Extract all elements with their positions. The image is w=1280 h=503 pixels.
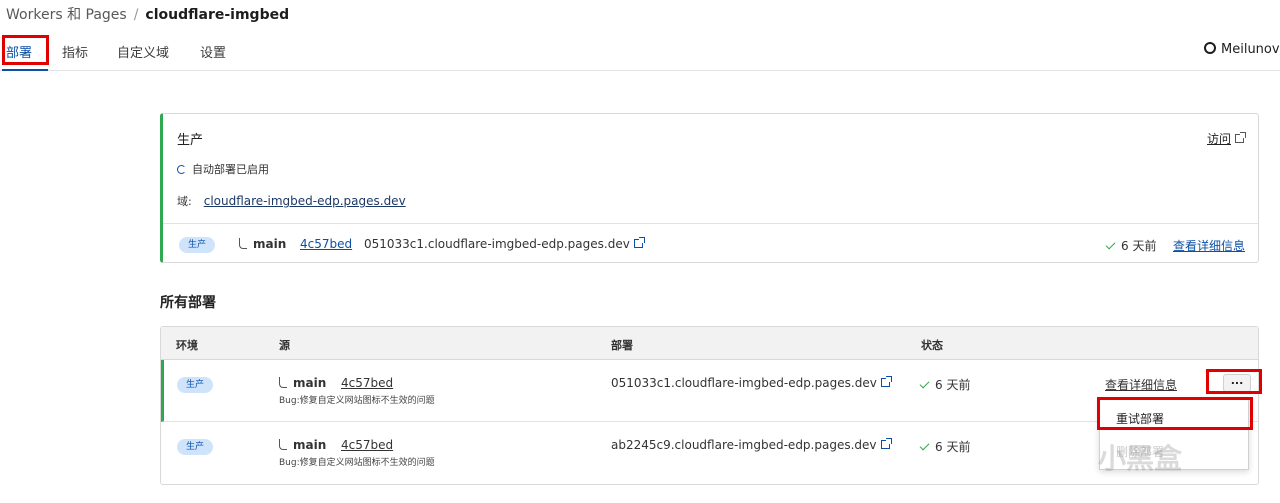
commit-link[interactable]: 4c57bed: [341, 376, 393, 390]
account-link[interactable]: Meilunova: [1204, 42, 1280, 57]
source-branch: main: [279, 438, 326, 452]
breadcrumb-separator: /: [133, 7, 139, 23]
refresh-icon: [177, 165, 186, 174]
branch-icon: [279, 377, 287, 388]
env-badge: 生产: [177, 439, 214, 455]
domain-row: 域: cloudflare-imgbed-edp.pages.dev: [177, 193, 406, 209]
account-name: Meilunova: [1221, 42, 1280, 57]
breadcrumb: Workers 和 Pages / cloudflare-imgbed: [6, 4, 289, 24]
deployment-url: 051033c1.cloudflare-imgbed-edp.pages.dev: [611, 376, 877, 390]
commit-message: Bug:修复自定义网站图标不生效的问题: [279, 396, 435, 406]
deployment-url-link[interactable]: 051033c1.cloudflare-imgbed-edp.pages.dev: [364, 237, 645, 251]
external-link-icon: [880, 438, 892, 449]
commit-link[interactable]: 4c57bed: [300, 237, 352, 251]
highlight-box-retry: [1097, 397, 1253, 430]
auto-deploy-label: 自动部署已启用: [192, 163, 269, 176]
source-branch: main: [239, 237, 286, 251]
deployment-url: ab2245c9.cloudflare-imgbed-edp.pages.dev: [611, 438, 877, 452]
status-time: 6 天前: [935, 440, 971, 454]
branch-icon: [279, 439, 287, 450]
deployment-url-link[interactable]: 051033c1.cloudflare-imgbed-edp.pages.dev: [611, 376, 892, 390]
visit-label: 访问: [1206, 132, 1231, 146]
external-link-icon: [880, 376, 892, 387]
breadcrumb-current: cloudflare-imgbed: [145, 7, 290, 23]
branch-name: main: [293, 438, 327, 452]
deployments-table: 环境 源 部署 状态 生产 main 4c57bed Bug:修复自定义网站图标…: [160, 326, 1259, 485]
column-header-status: 状态: [921, 339, 943, 352]
check-icon: [919, 440, 930, 451]
production-card: 生产 访问 自动部署已启用 域: cloudflare-imgbed-edp.pa…: [160, 113, 1259, 263]
tab-settings[interactable]: 设置: [200, 42, 226, 61]
branch-name: main: [293, 376, 327, 390]
all-deployments-title: 所有部署: [160, 295, 216, 311]
column-header-deployment: 部署: [611, 339, 633, 352]
deployment-url-link[interactable]: ab2245c9.cloudflare-imgbed-edp.pages.dev: [611, 438, 892, 452]
status-time: 6 天前: [1121, 239, 1157, 253]
breadcrumb-parent[interactable]: Workers 和 Pages: [6, 7, 127, 23]
table-row: 生产 main 4c57bed Bug:修复自定义网站图标不生效的问题 0510…: [161, 360, 1258, 422]
production-title: 生产: [177, 133, 204, 148]
highlight-box-tab: [2, 35, 49, 65]
production-deployment-row: 生产 main 4c57bed 051033c1.cloudflare-imgb…: [177, 237, 1252, 255]
branch-name: main: [253, 237, 287, 251]
column-header-env: 环境: [176, 339, 198, 352]
table-row: 生产 main 4c57bed Bug:修复自定义网站图标不生效的问题 ab22…: [161, 422, 1258, 484]
view-details-link[interactable]: 查看详细信息: [1173, 237, 1245, 254]
env-badge: 生产: [179, 237, 216, 253]
external-link-icon: [1235, 132, 1246, 143]
tab-bar: 部署 指标 自定义域 设置: [0, 36, 1280, 71]
env-badge: 生产: [177, 377, 214, 393]
view-details-link[interactable]: 查看详细信息: [1105, 376, 1177, 393]
visit-link[interactable]: 访问: [1206, 130, 1246, 147]
highlight-box-more: [1206, 369, 1262, 394]
branch-icon: [239, 238, 247, 249]
table-header: 环境 源 部署 状态: [161, 327, 1258, 360]
commit-message: Bug:修复自定义网站图标不生效的问题: [279, 458, 435, 468]
check-icon: [1105, 239, 1116, 250]
github-icon: [1204, 42, 1216, 54]
auto-deploy-status: 自动部署已启用: [177, 161, 269, 177]
watermark: 小黑盒: [1098, 442, 1183, 475]
deployment-status: 6 天前: [919, 376, 971, 393]
tab-metrics[interactable]: 指标: [62, 42, 88, 61]
tab-custom-domains[interactable]: 自定义域: [117, 42, 169, 61]
domain-link[interactable]: cloudflare-imgbed-edp.pages.dev: [204, 194, 406, 208]
source-branch: main: [279, 376, 326, 390]
active-tab-indicator: [2, 69, 48, 71]
check-icon: [919, 378, 930, 389]
external-link-icon: [633, 237, 645, 248]
deployment-url: 051033c1.cloudflare-imgbed-edp.pages.dev: [364, 237, 630, 251]
divider: [163, 223, 1258, 224]
domain-label: 域:: [177, 195, 192, 208]
commit-link[interactable]: 4c57bed: [341, 438, 393, 452]
deployment-status: 6 天前: [1105, 237, 1157, 254]
column-header-source: 源: [279, 339, 290, 352]
deployment-status: 6 天前: [919, 438, 971, 455]
status-time: 6 天前: [935, 378, 971, 392]
